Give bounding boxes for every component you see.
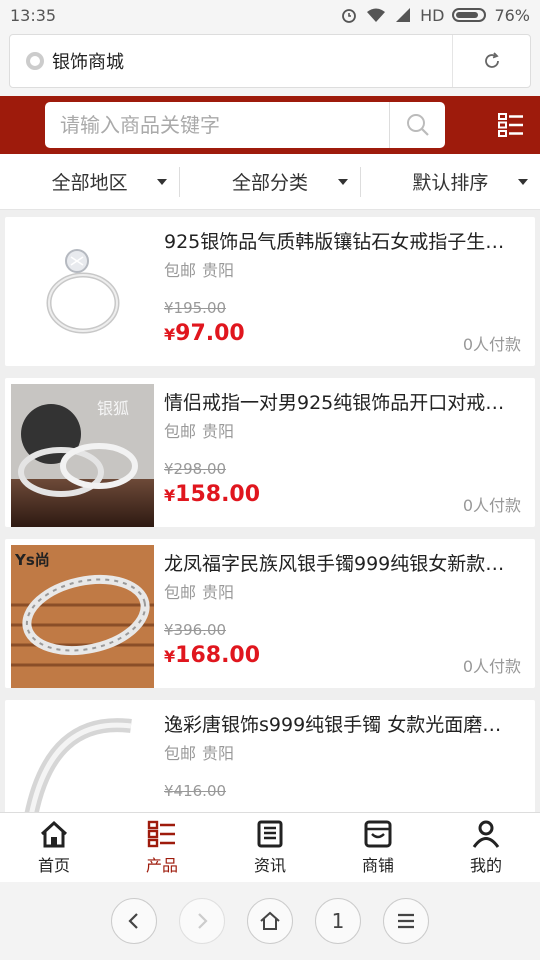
site-icon bbox=[26, 52, 44, 70]
search-input[interactable] bbox=[45, 102, 389, 148]
sold-count: 0人付款 bbox=[462, 335, 521, 354]
chevron-down-icon bbox=[517, 178, 528, 185]
tab-home[interactable]: 首页 bbox=[0, 813, 108, 882]
filter-sort-label: 默认排序 bbox=[412, 172, 489, 194]
filter-region-label: 全部地区 bbox=[51, 172, 128, 194]
shipping-label: 包邮 bbox=[164, 422, 197, 441]
reload-button[interactable] bbox=[452, 35, 530, 87]
product-list: 925银饰品气质韩版镶钻石女戒指子生日礼物 包邮 贵阳 ¥195.00 ¥97.0… bbox=[5, 217, 535, 861]
sold-count: 0人付款 bbox=[462, 657, 521, 676]
filter-category-label: 全部分类 bbox=[231, 172, 308, 194]
status-bar: 13:35 HD 76% bbox=[0, 0, 540, 30]
product-image[interactable]: Ys尚 bbox=[11, 545, 154, 688]
home-icon bbox=[40, 820, 68, 847]
signal-icon bbox=[396, 8, 411, 22]
site-header bbox=[0, 96, 540, 154]
product-name[interactable]: 925银饰品气质韩版镶钻石女戒指子生日礼物 bbox=[164, 227, 519, 254]
product-name[interactable]: 逸彩唐银饰s999纯银手镯 女款光面磨砂开口 bbox=[164, 710, 519, 737]
tab-me-label: 我的 bbox=[469, 855, 502, 875]
user-icon bbox=[472, 820, 500, 848]
url-box[interactable]: 银饰商城 bbox=[9, 34, 531, 88]
browser-address-bar: 银饰商城 bbox=[0, 30, 540, 96]
forward-button[interactable] bbox=[179, 898, 225, 944]
filter-category[interactable]: 全部分类 bbox=[179, 166, 359, 197]
wifi-icon bbox=[367, 8, 386, 22]
original-price: ¥396.00 bbox=[164, 621, 227, 639]
search-bar bbox=[45, 102, 445, 148]
original-price: ¥195.00 bbox=[164, 299, 227, 317]
product-image[interactable] bbox=[11, 223, 154, 366]
tab-products-label: 产品 bbox=[145, 855, 178, 875]
price: ¥168.00 bbox=[164, 643, 261, 668]
product-card[interactable]: 银狐 情侣戒指一对男925纯银饰品开口对戒情侣款 包邮 贵阳 ¥298.00 ¥1… bbox=[5, 378, 535, 527]
chevron-left-icon bbox=[128, 913, 138, 929]
shipping-label: 包邮 bbox=[164, 583, 197, 602]
tab-home-label: 首页 bbox=[37, 855, 70, 875]
shipping-label: 包邮 bbox=[164, 744, 197, 763]
news-icon bbox=[257, 820, 283, 847]
battery-percent: 76% bbox=[494, 5, 530, 25]
filter-bar: 全部地区 全部分类 默认排序 bbox=[0, 154, 540, 210]
bottom-tab-bar: 首页 产品 资讯 商铺 我的 bbox=[0, 812, 540, 882]
network-type: HD bbox=[420, 5, 445, 25]
tab-shops-label: 商铺 bbox=[361, 855, 394, 875]
home-outline-icon bbox=[260, 911, 280, 930]
home-button[interactable] bbox=[247, 898, 293, 944]
filter-sort[interactable]: 默认排序 bbox=[359, 166, 540, 197]
tab-shops[interactable]: 商铺 bbox=[324, 813, 432, 882]
price: ¥158.00 bbox=[164, 482, 261, 507]
tab-count: 1 bbox=[331, 909, 345, 933]
product-card[interactable]: 925银饰品气质韩版镶钻石女戒指子生日礼物 包邮 贵阳 ¥195.00 ¥97.0… bbox=[5, 217, 535, 366]
location-label: 贵阳 bbox=[202, 583, 235, 602]
chevron-right-icon bbox=[198, 913, 208, 929]
battery-icon bbox=[452, 8, 487, 22]
back-button[interactable] bbox=[111, 898, 157, 944]
menu-button[interactable] bbox=[383, 898, 429, 944]
product-card[interactable]: Ys尚 龙凤福字民族风银手镯999纯银女新款足银 包邮 贵阳 ¥396.00 ¥1… bbox=[5, 539, 535, 688]
price: ¥97.00 bbox=[164, 321, 245, 346]
tab-news[interactable]: 资讯 bbox=[216, 813, 324, 882]
shop-icon bbox=[364, 820, 392, 847]
chevron-down-icon bbox=[157, 178, 168, 185]
search-icon bbox=[406, 114, 429, 136]
svg-text:银狐: 银狐 bbox=[97, 399, 129, 418]
original-price: ¥298.00 bbox=[164, 460, 227, 478]
hamburger-menu-icon bbox=[398, 913, 414, 929]
product-image[interactable]: 银狐 bbox=[11, 384, 154, 527]
search-button[interactable] bbox=[389, 102, 445, 148]
reload-icon bbox=[484, 52, 499, 68]
status-time: 13:35 bbox=[10, 5, 57, 25]
tabs-button[interactable]: 1 bbox=[315, 898, 361, 944]
shipping-label: 包邮 bbox=[164, 261, 197, 280]
tab-news-label: 资讯 bbox=[253, 855, 286, 875]
location-label: 贵阳 bbox=[202, 744, 235, 763]
alarm-icon bbox=[342, 9, 356, 23]
location-label: 贵阳 bbox=[202, 261, 235, 280]
original-price: ¥416.00 bbox=[164, 782, 227, 800]
browser-nav-bar: 1 bbox=[0, 882, 540, 960]
chevron-down-icon bbox=[337, 178, 348, 185]
page-title[interactable]: 银饰商城 bbox=[52, 48, 452, 74]
product-list-icon bbox=[147, 820, 175, 847]
svg-text:Ys尚: Ys尚 bbox=[14, 551, 50, 569]
tab-me[interactable]: 我的 bbox=[432, 813, 540, 882]
product-name[interactable]: 情侣戒指一对男925纯银饰品开口对戒情侣款 bbox=[164, 388, 519, 415]
location-label: 贵阳 bbox=[202, 422, 235, 441]
product-name[interactable]: 龙凤福字民族风银手镯999纯银女新款足银 bbox=[164, 549, 519, 576]
sold-count: 0人付款 bbox=[462, 496, 521, 515]
tab-products[interactable]: 产品 bbox=[108, 813, 216, 882]
category-menu-icon[interactable] bbox=[498, 113, 524, 137]
filter-region[interactable]: 全部地区 bbox=[0, 167, 179, 197]
